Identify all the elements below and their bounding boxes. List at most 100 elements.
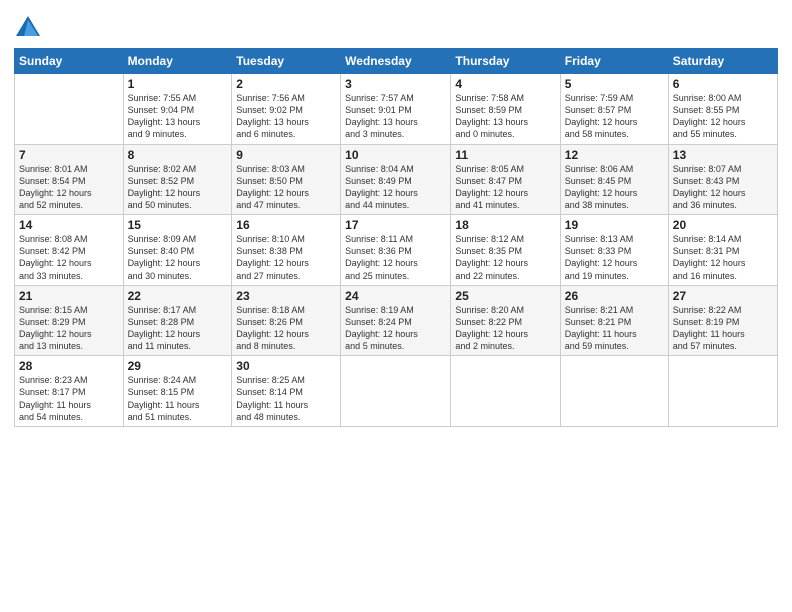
logo [14,14,45,42]
day-number: 11 [455,148,555,162]
day-cell: 9Sunrise: 8:03 AM Sunset: 8:50 PM Daylig… [232,144,341,215]
day-info: Sunrise: 8:13 AM Sunset: 8:33 PM Dayligh… [565,233,664,282]
day-info: Sunrise: 8:00 AM Sunset: 8:55 PM Dayligh… [673,92,773,141]
day-cell: 23Sunrise: 8:18 AM Sunset: 8:26 PM Dayli… [232,285,341,356]
day-cell: 1Sunrise: 7:55 AM Sunset: 9:04 PM Daylig… [123,74,232,145]
day-cell: 15Sunrise: 8:09 AM Sunset: 8:40 PM Dayli… [123,215,232,286]
day-number: 9 [236,148,336,162]
day-info: Sunrise: 8:11 AM Sunset: 8:36 PM Dayligh… [345,233,446,282]
day-cell: 24Sunrise: 8:19 AM Sunset: 8:24 PM Dayli… [341,285,451,356]
day-cell: 25Sunrise: 8:20 AM Sunset: 8:22 PM Dayli… [451,285,560,356]
day-number: 10 [345,148,446,162]
day-cell: 5Sunrise: 7:59 AM Sunset: 8:57 PM Daylig… [560,74,668,145]
day-number: 20 [673,218,773,232]
day-info: Sunrise: 8:25 AM Sunset: 8:14 PM Dayligh… [236,374,336,423]
day-cell: 14Sunrise: 8:08 AM Sunset: 8:42 PM Dayli… [15,215,124,286]
weekday-header-tuesday: Tuesday [232,49,341,74]
day-info: Sunrise: 8:03 AM Sunset: 8:50 PM Dayligh… [236,163,336,212]
day-cell: 7Sunrise: 8:01 AM Sunset: 8:54 PM Daylig… [15,144,124,215]
day-info: Sunrise: 8:10 AM Sunset: 8:38 PM Dayligh… [236,233,336,282]
day-cell: 20Sunrise: 8:14 AM Sunset: 8:31 PM Dayli… [668,215,777,286]
header [14,10,778,42]
day-cell [560,356,668,427]
day-info: Sunrise: 8:15 AM Sunset: 8:29 PM Dayligh… [19,304,119,353]
day-info: Sunrise: 8:22 AM Sunset: 8:19 PM Dayligh… [673,304,773,353]
weekday-header-friday: Friday [560,49,668,74]
day-number: 17 [345,218,446,232]
day-number: 21 [19,289,119,303]
day-number: 29 [128,359,228,373]
day-number: 18 [455,218,555,232]
day-cell: 11Sunrise: 8:05 AM Sunset: 8:47 PM Dayli… [451,144,560,215]
day-number: 6 [673,77,773,91]
day-info: Sunrise: 8:02 AM Sunset: 8:52 PM Dayligh… [128,163,228,212]
day-number: 5 [565,77,664,91]
day-info: Sunrise: 8:01 AM Sunset: 8:54 PM Dayligh… [19,163,119,212]
day-number: 2 [236,77,336,91]
day-cell: 13Sunrise: 8:07 AM Sunset: 8:43 PM Dayli… [668,144,777,215]
day-cell [15,74,124,145]
day-info: Sunrise: 8:21 AM Sunset: 8:21 PM Dayligh… [565,304,664,353]
day-cell: 2Sunrise: 7:56 AM Sunset: 9:02 PM Daylig… [232,74,341,145]
day-info: Sunrise: 8:20 AM Sunset: 8:22 PM Dayligh… [455,304,555,353]
day-cell: 3Sunrise: 7:57 AM Sunset: 9:01 PM Daylig… [341,74,451,145]
day-number: 8 [128,148,228,162]
day-info: Sunrise: 8:17 AM Sunset: 8:28 PM Dayligh… [128,304,228,353]
day-cell: 17Sunrise: 8:11 AM Sunset: 8:36 PM Dayli… [341,215,451,286]
day-info: Sunrise: 7:55 AM Sunset: 9:04 PM Dayligh… [128,92,228,141]
day-info: Sunrise: 8:24 AM Sunset: 8:15 PM Dayligh… [128,374,228,423]
day-cell: 16Sunrise: 8:10 AM Sunset: 8:38 PM Dayli… [232,215,341,286]
day-info: Sunrise: 7:59 AM Sunset: 8:57 PM Dayligh… [565,92,664,141]
day-cell: 29Sunrise: 8:24 AM Sunset: 8:15 PM Dayli… [123,356,232,427]
day-cell: 21Sunrise: 8:15 AM Sunset: 8:29 PM Dayli… [15,285,124,356]
day-info: Sunrise: 8:08 AM Sunset: 8:42 PM Dayligh… [19,233,119,282]
day-cell: 22Sunrise: 8:17 AM Sunset: 8:28 PM Dayli… [123,285,232,356]
week-row-2: 14Sunrise: 8:08 AM Sunset: 8:42 PM Dayli… [15,215,778,286]
weekday-header-thursday: Thursday [451,49,560,74]
day-info: Sunrise: 8:12 AM Sunset: 8:35 PM Dayligh… [455,233,555,282]
page: SundayMondayTuesdayWednesdayThursdayFrid… [0,0,792,612]
day-number: 14 [19,218,119,232]
day-info: Sunrise: 7:57 AM Sunset: 9:01 PM Dayligh… [345,92,446,141]
day-number: 12 [565,148,664,162]
day-number: 13 [673,148,773,162]
day-number: 22 [128,289,228,303]
day-number: 1 [128,77,228,91]
day-cell [668,356,777,427]
weekday-header-monday: Monday [123,49,232,74]
day-info: Sunrise: 7:56 AM Sunset: 9:02 PM Dayligh… [236,92,336,141]
day-cell: 4Sunrise: 7:58 AM Sunset: 8:59 PM Daylig… [451,74,560,145]
day-info: Sunrise: 8:18 AM Sunset: 8:26 PM Dayligh… [236,304,336,353]
day-cell: 27Sunrise: 8:22 AM Sunset: 8:19 PM Dayli… [668,285,777,356]
day-number: 16 [236,218,336,232]
week-row-4: 28Sunrise: 8:23 AM Sunset: 8:17 PM Dayli… [15,356,778,427]
day-number: 30 [236,359,336,373]
day-cell: 12Sunrise: 8:06 AM Sunset: 8:45 PM Dayli… [560,144,668,215]
day-info: Sunrise: 8:09 AM Sunset: 8:40 PM Dayligh… [128,233,228,282]
day-info: Sunrise: 7:58 AM Sunset: 8:59 PM Dayligh… [455,92,555,141]
day-cell: 26Sunrise: 8:21 AM Sunset: 8:21 PM Dayli… [560,285,668,356]
day-cell: 8Sunrise: 8:02 AM Sunset: 8:52 PM Daylig… [123,144,232,215]
day-cell: 28Sunrise: 8:23 AM Sunset: 8:17 PM Dayli… [15,356,124,427]
day-number: 27 [673,289,773,303]
day-number: 4 [455,77,555,91]
weekday-header-sunday: Sunday [15,49,124,74]
day-cell: 6Sunrise: 8:00 AM Sunset: 8:55 PM Daylig… [668,74,777,145]
week-row-1: 7Sunrise: 8:01 AM Sunset: 8:54 PM Daylig… [15,144,778,215]
day-cell [341,356,451,427]
day-number: 23 [236,289,336,303]
day-number: 24 [345,289,446,303]
day-cell [451,356,560,427]
day-info: Sunrise: 8:14 AM Sunset: 8:31 PM Dayligh… [673,233,773,282]
weekday-header-wednesday: Wednesday [341,49,451,74]
day-cell: 10Sunrise: 8:04 AM Sunset: 8:49 PM Dayli… [341,144,451,215]
day-number: 25 [455,289,555,303]
day-cell: 18Sunrise: 8:12 AM Sunset: 8:35 PM Dayli… [451,215,560,286]
week-row-0: 1Sunrise: 7:55 AM Sunset: 9:04 PM Daylig… [15,74,778,145]
day-info: Sunrise: 8:06 AM Sunset: 8:45 PM Dayligh… [565,163,664,212]
day-info: Sunrise: 8:07 AM Sunset: 8:43 PM Dayligh… [673,163,773,212]
weekday-header-row: SundayMondayTuesdayWednesdayThursdayFrid… [15,49,778,74]
week-row-3: 21Sunrise: 8:15 AM Sunset: 8:29 PM Dayli… [15,285,778,356]
day-cell: 30Sunrise: 8:25 AM Sunset: 8:14 PM Dayli… [232,356,341,427]
calendar: SundayMondayTuesdayWednesdayThursdayFrid… [14,48,778,427]
